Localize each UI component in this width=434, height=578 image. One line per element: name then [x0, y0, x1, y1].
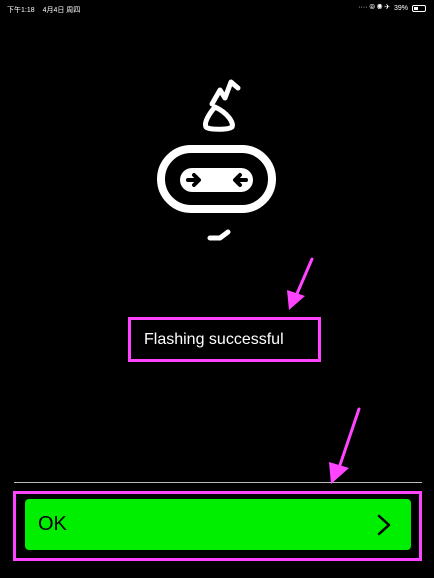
annotation-arrow-icon [329, 407, 361, 484]
status-bar: 下午1:18 4月4日 周四 ···· ⦾ ◉ ✈ 39% [0, 0, 434, 18]
battery-icon [412, 4, 426, 12]
ok-button-label: OK [38, 513, 67, 535]
flashing-status-text: Flashing successful [144, 330, 284, 348]
status-date: 4月4日 周四 [42, 7, 81, 14]
status-indicators-icon: ···· ⦾ ◉ ✈ [358, 4, 390, 11]
ok-button[interactable]: OK [25, 499, 411, 550]
chevron-right-icon [377, 514, 391, 535]
status-time: 下午1:18 [7, 7, 35, 14]
status-right: ···· ⦾ ◉ ✈ 39% [358, 4, 426, 12]
microbit-robot-icon [157, 79, 276, 241]
status-left: 下午1:18 4月4日 周四 [7, 5, 86, 15]
annotation-arrow-icon [287, 257, 314, 310]
battery-percent: 39% [393, 4, 408, 12]
message-highlight: Flashing successful [128, 317, 321, 362]
